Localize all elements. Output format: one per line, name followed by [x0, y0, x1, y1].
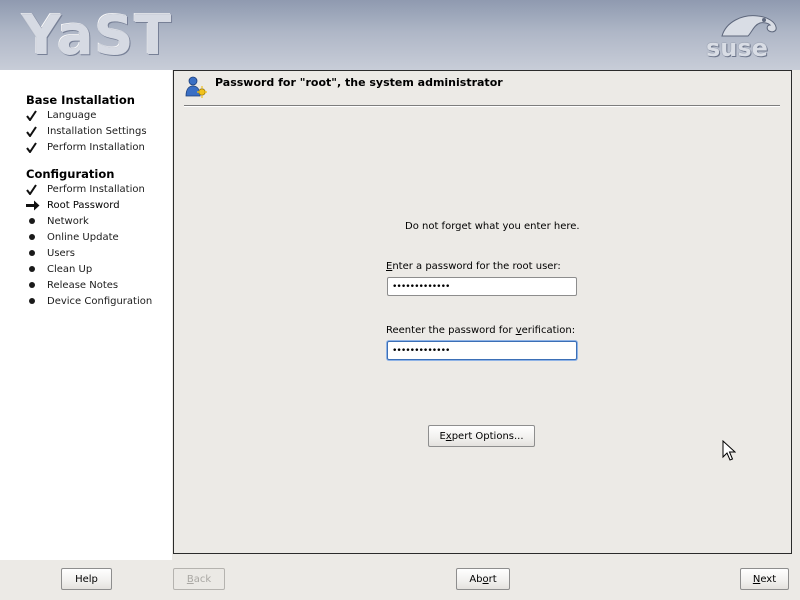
bullet-icon [29, 218, 35, 224]
sidebar-item-label: Perform Installation [47, 183, 145, 195]
bullet-icon [29, 282, 35, 288]
sidebar-item-label: Language [47, 109, 97, 121]
next-button[interactable]: Next [740, 568, 789, 590]
sidebar-heading-base-installation: Base Installation [26, 93, 135, 107]
password-label: Enter a password for the root user: [386, 261, 561, 272]
sidebar-item-users: Users [26, 245, 171, 261]
yast-logo: YaST [22, 4, 173, 67]
arrow-right-icon [26, 200, 40, 210]
bullet-icon [29, 234, 35, 240]
sidebar-item-label: Device Configuration [47, 295, 153, 307]
sidebar-item-release-notes: Release Notes [26, 277, 171, 293]
sidebar-item-label: Perform Installation [47, 141, 145, 153]
bullet-icon [29, 266, 35, 272]
sidebar-item-clean-up: Clean Up [26, 261, 171, 277]
main-panel: Password for "root", the system administ… [173, 70, 792, 554]
header-banner: YaST suse [0, 0, 800, 70]
checkmark-icon [26, 141, 37, 153]
title-divider [184, 105, 780, 107]
sidebar-item-label: Release Notes [47, 279, 119, 291]
sidebar-item-device-configuration: Device Configuration [26, 293, 171, 309]
sidebar-item-perform-installation-config: Perform Installation [26, 181, 171, 197]
page-title: Password for "root", the system administ… [215, 76, 503, 89]
checkmark-icon [26, 183, 37, 195]
sidebar-item-label: Root Password [47, 199, 120, 211]
sidebar-steps: Base Installation Language Installation … [0, 70, 172, 560]
suse-brand-text: suse [706, 34, 768, 62]
checkmark-icon [26, 125, 37, 137]
bullet-icon [29, 298, 35, 304]
sidebar-heading-configuration: Configuration [26, 167, 115, 181]
mouse-cursor-icon [722, 440, 736, 461]
user-key-icon [185, 76, 207, 98]
help-button[interactable]: Help [61, 568, 112, 590]
sidebar-item-language: Language [26, 107, 171, 123]
sidebar-item-network: Network [26, 213, 171, 229]
bullet-icon [29, 250, 35, 256]
sidebar-item-installation-settings: Installation Settings [26, 123, 171, 139]
sidebar-item-perform-installation: Perform Installation [26, 139, 171, 155]
sidebar-item-label: Installation Settings [47, 125, 147, 137]
sidebar-item-label: Users [47, 247, 76, 259]
verify-password-label: Reenter the password for verification: [386, 325, 576, 336]
password-input[interactable] [387, 277, 577, 296]
sidebar-item-root-password: Root Password [26, 197, 171, 213]
abort-button[interactable]: Ab o rt [456, 568, 510, 590]
verify-password-input[interactable] [387, 341, 577, 360]
expert-options-button[interactable]: Ex pert Options... [428, 425, 535, 447]
sidebar-item-label: Network [47, 215, 89, 227]
password-hint: Do not forget what you enter here. [405, 221, 580, 232]
sidebar-item-label: Online Update [47, 231, 119, 243]
suse-logo: suse [700, 10, 782, 62]
sidebar-item-label: Clean Up [47, 263, 93, 275]
back-button[interactable]: Back [173, 568, 225, 590]
sidebar-item-online-update: Online Update [26, 229, 171, 245]
checkmark-icon [26, 109, 37, 121]
